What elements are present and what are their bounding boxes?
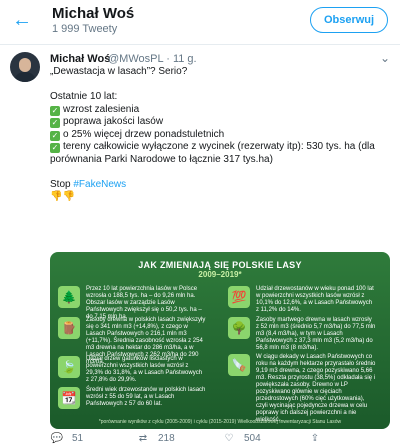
- leaf-icon: 🍃: [58, 356, 80, 378]
- chevron-down-icon[interactable]: ⌄: [380, 51, 390, 65]
- follow-button[interactable]: Obserwuj: [310, 7, 388, 33]
- infographic-footer: *porównanie wyników z cyklu (2005-2009) …: [98, 419, 342, 425]
- like-count: 504: [244, 433, 261, 444]
- share-button[interactable]: ⇪: [308, 433, 330, 444]
- tweet-author[interactable]: Michał Woś: [50, 53, 110, 65]
- info-row: 💯 Udział drzewostanów w wieku ponad 100 …: [228, 286, 378, 314]
- info-text: Udział drzew gatunków liściastych w powi…: [86, 356, 203, 383]
- log-icon: 🪵: [58, 317, 80, 339]
- tweet-actions: 💬 51 ⇄ 218 ♡ 504 ⇪: [50, 433, 390, 447]
- tweets-count: 1 999 Tweety: [52, 23, 118, 35]
- info-row: 📆 Średni wiek drzewostanów w polskich la…: [58, 387, 208, 415]
- tweet-recent: Ostatnie 10 lat:: [50, 91, 118, 102]
- info-row: 🪵 Zasoby drewna w polskich lasach zwięks…: [58, 317, 208, 365]
- stop-prefix: Stop: [50, 178, 74, 190]
- check-icon: ✓: [50, 130, 60, 141]
- hundred-icon: 💯: [228, 286, 250, 308]
- reply-count: 51: [72, 433, 84, 444]
- hashtag-link[interactable]: #FakeNews: [73, 179, 126, 190]
- info-text: Zasoby martwego drewna w lasach wzrosły …: [256, 317, 376, 351]
- infographic-title: JAK ZMIENIAJĄ SIĘ POLSKIE LASY: [138, 260, 302, 270]
- dead-wood-icon: 🌳: [228, 317, 250, 339]
- tweet-text: „Dewastacja w lasach”? Serio? Ostatnie 1…: [50, 66, 390, 204]
- avatar-suit: [14, 72, 36, 82]
- check-icon: ✓: [50, 105, 60, 116]
- back-arrow-icon[interactable]: ←: [12, 10, 32, 30]
- info-text: Udział drzewostanów w wieku ponad 100 la…: [256, 286, 374, 313]
- avatar-face: [19, 58, 31, 72]
- tweet-handle-time[interactable]: @MWosPL · 11 g.: [108, 53, 197, 65]
- info-row: 🪚 W ciągu dekady w Lasach Państwowych co…: [228, 354, 378, 423]
- infographic-right-column: 💯 Udział drzewostanów w wieku ponad 100 …: [228, 286, 378, 423]
- info-text: Przez 10 lat powierzchnia lasów w Polsce…: [86, 286, 202, 320]
- info-row: 🌳 Zasoby martwego drewna w lasach wzrosł…: [228, 317, 378, 351]
- bullet-item: tereny całkowicie wyłączone z wycinek (r…: [50, 141, 378, 165]
- bullet-item: o 25% więcej drzew ponadstuletnich: [63, 128, 225, 140]
- bullet-item: poprawa jakości lasów: [63, 116, 164, 127]
- check-icon: ✓: [50, 118, 60, 128]
- tree-icon: 🌲: [58, 286, 80, 308]
- profile-header: ← Michał Woś 1 999 Tweety Obserwuj: [0, 0, 400, 45]
- share-icon: ⇪: [310, 433, 320, 444]
- retweet-icon: ⇄: [138, 433, 148, 444]
- retweet-count: 218: [158, 433, 175, 444]
- tweet-intro: „Dewastacja w lasach”? Serio?: [50, 66, 188, 77]
- info-row: 🍃 Udział drzew gatunków liściastych w po…: [58, 356, 208, 384]
- calendar-icon: 📆: [58, 387, 80, 409]
- infographic-subtitle: 2009–2019*: [198, 270, 242, 279]
- info-row: 🌲 Przez 10 lat powierzchnia lasów w Pols…: [58, 286, 208, 320]
- thumbs-down-emojis: 👎👎: [50, 191, 75, 202]
- bullet-item: wzrost zalesienia: [63, 103, 140, 115]
- like-button[interactable]: ♡ 504: [222, 433, 261, 444]
- retweet-button[interactable]: ⇄ 218: [136, 433, 175, 444]
- avatar[interactable]: [10, 52, 40, 82]
- check-icon: ✓: [50, 143, 60, 153]
- info-text: W ciągu dekady w Lasach Państwowych co r…: [256, 354, 376, 423]
- tweet: Michał Woś @MWosPL · 11 g. ⌄ „Dewastacja…: [0, 45, 400, 444]
- reply-icon: 💬: [50, 433, 64, 444]
- profile-name: Michał Woś: [52, 5, 135, 22]
- infographic-left-column: 🌲 Przez 10 lat powierzchnia lasów w Pols…: [58, 286, 208, 418]
- saw-icon: 🪚: [228, 354, 250, 376]
- info-text: Średni wiek drzewostanów w polskich lasa…: [86, 387, 206, 407]
- heart-icon: ♡: [224, 433, 234, 444]
- infographic-image[interactable]: JAK ZMIENIAJĄ SIĘ POLSKIE LASY 2009–2019…: [50, 252, 390, 429]
- reply-button[interactable]: 💬 51: [50, 433, 83, 444]
